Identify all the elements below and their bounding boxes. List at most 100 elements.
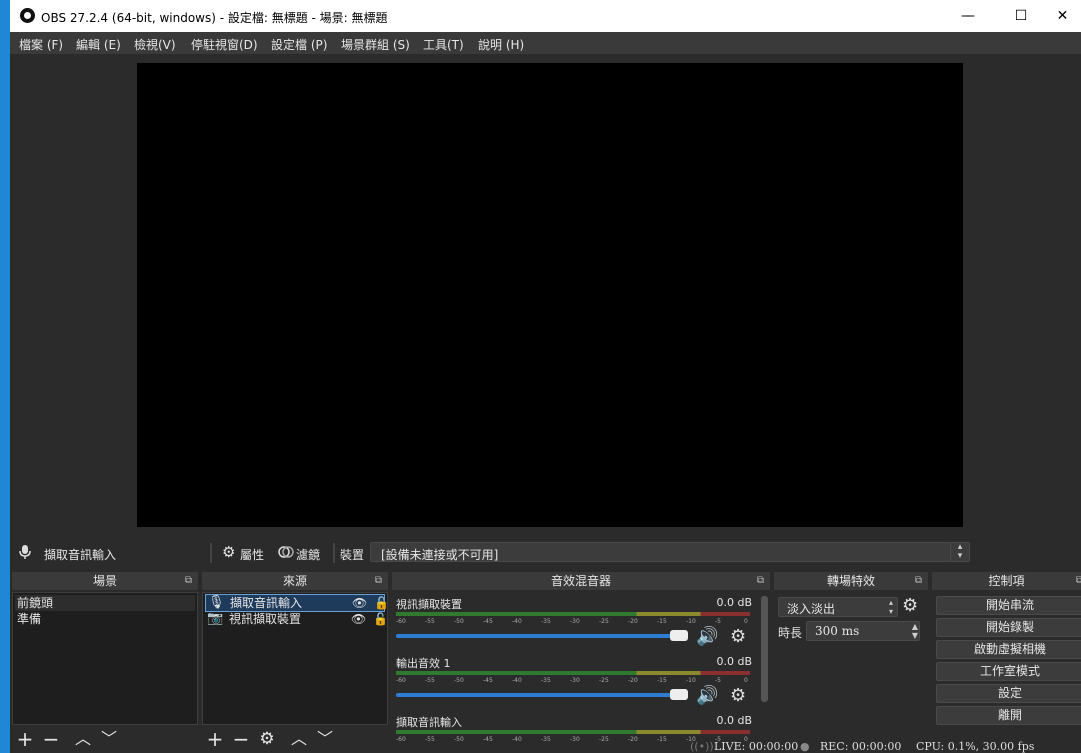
volume-slider[interactable]	[396, 689, 688, 700]
speaker-icon[interactable]: 🔊	[696, 626, 718, 647]
tick-label: -15	[657, 677, 667, 684]
menu-file[interactable]: 檔案 (F)	[19, 36, 63, 53]
transitions-title-text: 轉場特效	[826, 574, 875, 588]
transitions-body: 淡入淡出 ▴ ▾ ⚙ 時長 300 ms ▲ ▼	[774, 592, 928, 753]
audio-mixer-dock: 音效混音器 ⧉ 視訊擷取裝置 0.0 dB -60 -55 -50 -45 -40 -35-…	[392, 572, 770, 753]
undock-icon[interactable]: ⧉	[375, 572, 382, 590]
tick-label: -45	[483, 618, 493, 625]
exit-button[interactable]: 離開	[936, 706, 1081, 725]
properties-button[interactable]: 屬性	[240, 546, 264, 563]
undock-icon[interactable]: ⧉	[915, 572, 922, 590]
device-select[interactable]: [設備未連接或不可用] ▴ ▾	[370, 542, 970, 562]
source-item[interactable]: 📷 視訊擷取裝置 👁 🔓	[205, 611, 388, 627]
channel-settings-gear-icon[interactable]: ⚙	[730, 685, 746, 706]
start-virtual-camera-button[interactable]: 啟動虛擬相機	[936, 640, 1081, 659]
filters-icon[interactable]	[278, 545, 294, 559]
transition-select[interactable]: 淡入淡出 ▴ ▾	[778, 597, 898, 617]
channel-db: 0.0 dB	[716, 655, 752, 668]
sources-dock-title: 來源 ⧉	[202, 572, 388, 590]
duration-spinbox[interactable]: 300 ms ▲ ▼	[806, 621, 920, 641]
source-toolbar: 擷取音訊輸入 ⚙ 屬性 濾鏡 裝置 [設備未連接或不可用] ▴ ▾	[10, 540, 1081, 566]
maximize-button[interactable]: ☐	[998, 0, 1044, 32]
spin-arrows-icon[interactable]: ▲ ▼	[912, 622, 918, 640]
tick-label: -40	[512, 677, 522, 684]
scenes-list: 前鏡頭 準備	[12, 592, 198, 725]
source-item-label: 視訊擷取裝置	[229, 612, 302, 626]
sources-list: 🎙 擷取音訊輸入 👁 🔓 📷 視訊擷取裝置 👁 🔓	[202, 592, 389, 725]
menu-tools[interactable]: 工具(T)	[423, 36, 464, 53]
controls-dock-title: 控制項 ⧉	[932, 572, 1081, 590]
transition-settings-gear-icon[interactable]: ⚙	[902, 595, 918, 616]
settings-button[interactable]: 設定	[936, 684, 1081, 703]
close-button[interactable]: ✕	[1044, 0, 1081, 32]
controls-dock: 控制項 ⧉ 開始串流 開始錄製 啟動虛擬相機 工作室模式 設定 離開	[932, 572, 1081, 753]
eye-icon[interactable]: 👁	[351, 611, 366, 627]
preview-canvas[interactable]	[137, 63, 963, 527]
tick-label: -10	[686, 677, 696, 684]
meter-ticks: -60 -55 -50 -45 -40 -35 -30 -25 -20 -15 -10 -5 0	[396, 677, 750, 685]
obs-logo-icon	[20, 8, 35, 23]
chevron-updown-icon: ▴ ▾	[950, 543, 969, 561]
tick-label: -55	[425, 618, 435, 625]
speaker-icon[interactable]: 🔊	[696, 685, 718, 706]
tick-label: -30	[570, 618, 580, 625]
mixer-scrollbar[interactable]	[761, 596, 768, 702]
transitions-dock-title: 轉場特效 ⧉	[774, 572, 928, 590]
mixer-channel: 輸出音效 1 0.0 dB -60 -55 -50 -45 -40 -35 -30 -25 -2…	[396, 655, 752, 713]
unlocked-icon[interactable]: 🔓	[373, 611, 388, 627]
eye-icon[interactable]: 👁	[352, 595, 367, 611]
volume-slider-handle[interactable]	[670, 689, 688, 700]
undock-icon[interactable]: ⧉	[757, 572, 764, 590]
channel-db: 0.0 dB	[716, 714, 752, 727]
unlocked-icon[interactable]: 🔓	[374, 595, 389, 611]
mixer-channels: 視訊擷取裝置 0.0 dB -60 -55 -50 -45 -40 -35 -30 -25 -2…	[392, 592, 770, 753]
tick-label: -50	[454, 677, 464, 684]
rec-time: REC: 00:00:00	[820, 740, 902, 753]
transition-select-value: 淡入淡出	[787, 602, 836, 616]
studio-mode-button[interactable]: 工作室模式	[936, 662, 1081, 681]
cpu-fps: CPU: 0.1%, 30.00 fps	[916, 740, 1035, 753]
controls-title-text: 控制項	[988, 574, 1025, 588]
scene-item[interactable]: 準備	[15, 611, 195, 627]
live-broadcast-icon: ((•))	[690, 740, 714, 753]
sources-dock: 來源 ⧉ 🎙 擷取音訊輸入 👁 🔓 📷 視訊擷取裝置 👁 🔓 + − ⚙ ︿ ﹀	[202, 572, 389, 753]
obs-window: OBS 27.2.4 (64-bit, windows) - 設定檔: 無標題 …	[10, 0, 1081, 753]
start-recording-button[interactable]: 開始錄製	[936, 618, 1081, 637]
mixer-title-text: 音效混音器	[550, 574, 611, 588]
start-streaming-button[interactable]: 開始串流	[936, 596, 1081, 615]
tick-label: -25	[599, 677, 609, 684]
status-bar: ((•)) LIVE: 00:00:00 ● REC: 00:00:00 CPU…	[10, 737, 1081, 753]
live-time: LIVE: 00:00:00	[714, 740, 799, 753]
menu-help[interactable]: 說明 (H)	[478, 36, 524, 53]
menu-bar: 檔案 (F) 編輯 (E) 檢視(V) 停駐視窗(D) 設定檔 (P) 場景群組…	[10, 32, 1081, 54]
scene-item[interactable]: 前鏡頭	[15, 595, 195, 611]
tick-label: -25	[599, 618, 609, 625]
filters-button[interactable]: 濾鏡	[296, 546, 320, 563]
source-item-selected[interactable]: 🎙 擷取音訊輸入 👁 🔓	[205, 594, 389, 612]
undock-icon[interactable]: ⧉	[185, 572, 192, 590]
volume-meter	[396, 730, 750, 734]
sources-title-text: 來源	[282, 574, 307, 588]
volume-slider[interactable]	[396, 630, 688, 641]
source-item-label: 擷取音訊輸入	[230, 596, 303, 610]
tick-label: -55	[425, 677, 435, 684]
tick-label: 0	[744, 677, 748, 684]
chevron-updown-icon: ▴ ▾	[888, 598, 893, 616]
microphone-icon: 🎙	[208, 595, 225, 610]
minimize-button[interactable]: —	[945, 0, 991, 32]
menu-docks[interactable]: 停駐視窗(D)	[191, 36, 258, 53]
tick-label: 0	[744, 618, 748, 625]
menu-profile[interactable]: 設定檔 (P)	[271, 36, 327, 53]
undock-icon[interactable]: ⧉	[1076, 572, 1081, 590]
scenes-dock-title: 場景 ⧉	[12, 572, 198, 590]
tick-label: -15	[657, 618, 667, 625]
volume-slider-handle[interactable]	[670, 630, 688, 641]
tick-label: -20	[628, 618, 638, 625]
menu-edit[interactable]: 編輯 (E)	[76, 36, 121, 53]
menu-view[interactable]: 檢視(V)	[134, 36, 176, 53]
volume-meter	[396, 671, 750, 675]
channel-settings-gear-icon[interactable]: ⚙	[730, 626, 746, 647]
properties-gear-icon[interactable]: ⚙	[222, 543, 235, 561]
menu-scene-collection[interactable]: 場景群組 (S)	[341, 36, 410, 53]
device-select-value: [設備未連接或不可用]	[381, 548, 499, 562]
